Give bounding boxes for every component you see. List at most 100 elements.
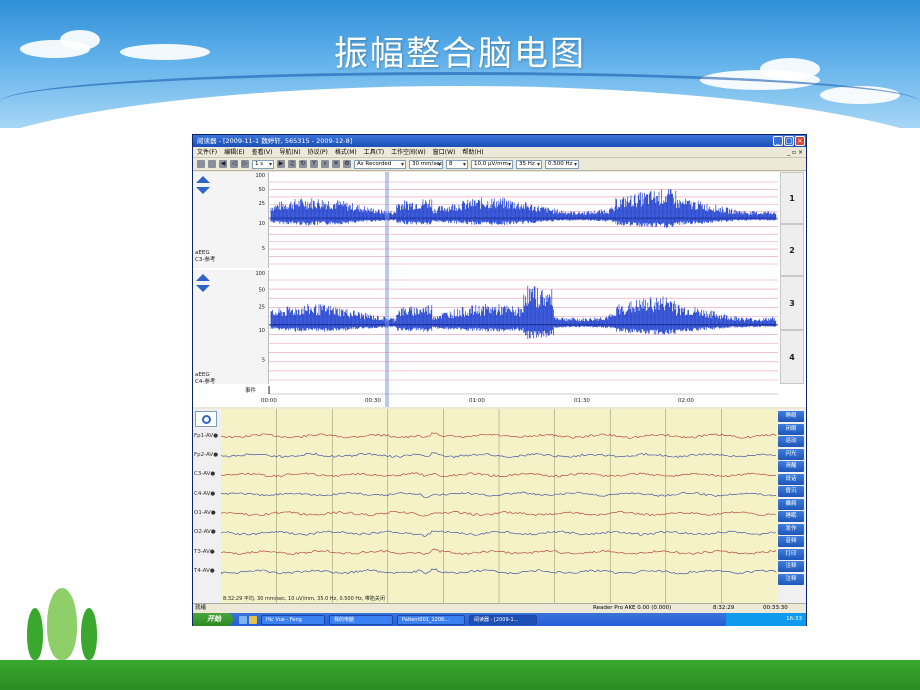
menu-protocol[interactable]: 协议(P) [308,147,328,157]
close-button[interactable]: × [795,136,805,146]
status-bar: 就绪 Reader Pro AKE 0.00 (0.000) 8:32:29 0… [193,603,806,612]
event-button[interactable]: 音频 [778,536,804,547]
event-button[interactable]: 昏沉 [778,486,804,497]
eeg-view-icon[interactable] [195,411,217,427]
eeg-traces [221,409,777,603]
status-ready: 就绪 [195,605,207,611]
print-icon[interactable] [208,160,216,168]
eeg-info-line: 8:32:29 平均, 30 mm/sec, 10 uV/mm, 35.0 Hz… [223,596,385,602]
aeeg-scale-tick: 25 [259,201,265,207]
aeeg-trace-area[interactable]: 100 50 25 10 5 100 50 25 10 5 [193,172,806,407]
aeeg-scale-tick: 100 [255,271,265,277]
save-icon[interactable] [197,160,205,168]
event-button[interactable]: 闪光 [778,448,804,460]
page-button-1[interactable]: 1 [780,172,804,224]
menu-edit[interactable]: 编辑(E) [224,147,244,157]
prev-page-icon[interactable]: ◁ [230,160,238,168]
eeg-trace [221,530,777,537]
page-button-3[interactable]: 3 [780,276,804,330]
status-time: 8:32:29 [713,605,735,611]
eeg-channel-label: C3-AV● [194,471,216,477]
menu-view[interactable]: 查看(V) [252,147,273,157]
aeeg-scale-tick: 10 [259,328,265,334]
time-tick: 02:00 [678,398,694,404]
window-title: 阅读器 - [2009-11-1 魏婷轩, 565315 - 2009-12-8… [197,137,353,145]
low-filter-select[interactable]: 0.500 Hz [545,159,579,169]
task-item[interactable]: Patient001_1208... [397,614,465,625]
maximize-button[interactable]: □ [784,136,794,146]
event-button[interactable]: 睁眼 [778,411,804,422]
aeeg-scale-tick: 25 [259,304,265,310]
event-button[interactable]: 运动 [778,436,804,447]
window-titlebar[interactable]: 阅读器 - [2009-11-1 魏婷轩, 565315 - 2009-12-8… [193,135,806,147]
montage-select[interactable]: As Recorded [354,159,406,169]
eeg-trace [221,568,777,575]
time-tick: 00:30 [365,398,381,404]
aeeg-trace [270,188,777,228]
next-page-icon[interactable]: ▷ [241,160,249,168]
settings-icon[interactable]: ⚙ [343,160,351,168]
filter-icon[interactable]: Y [310,160,318,168]
event-label: 事件 [245,388,257,394]
time-tick: 00:00 [261,398,277,404]
eeg-channel-label: T3-AV● [194,549,215,555]
page-button-2[interactable]: 2 [780,224,804,276]
task-item[interactable]: 我的电脑 [329,614,393,625]
menu-help[interactable]: 帮助(H) [462,147,483,157]
event-button[interactable]: 说话 [778,473,804,485]
zoom-icon[interactable]: ⌕ [321,160,329,168]
play-icon[interactable]: ▶ [277,160,285,168]
eeg-panel: Fp1-AV● Fp2-AV● C3-AV● C4-AV● O1-AV● O2-… [193,409,806,603]
eeg-channel-label: O1-AV● [194,510,216,516]
eeg-trace [221,511,777,517]
event-button[interactable]: 注释 [778,561,804,572]
sensitivity-select[interactable]: 10.0 μV/mm [471,159,513,169]
refresh-icon[interactable]: ↻ [299,160,307,168]
menu-window[interactable]: 窗口(W) [433,147,456,157]
high-filter-select[interactable]: 35 Hz [516,159,542,169]
eeg-plot-area[interactable] [221,409,777,603]
menu-workspace[interactable]: 工作空间(W) [391,147,426,157]
start-button[interactable]: 开始 [193,613,233,626]
eeg-channel-label: C4-AV● [194,491,216,497]
toolbar: ◀ ◁ ▷ 1 s ▶ ♫ ↻ Y ⌕ ✕ ⚙ As Recorded 30 m… [193,158,806,171]
event-button[interactable]: 注释 [778,573,804,585]
clock[interactable]: 16:33 [786,616,802,622]
task-item[interactable]: 阅读器 - [2009-1... [469,614,537,625]
footer-bar [0,660,920,690]
page-duration-select[interactable]: 1 s [252,159,274,169]
time-cursor[interactable] [385,172,389,407]
event-button[interactable]: 癫痫 [778,498,804,510]
status-reader: Reader Pro AKE 0.00 (0.000) [593,605,672,611]
speed-select[interactable]: 30 mm/sec [409,159,443,169]
quicklaunch-icon[interactable] [249,615,257,624]
event-button[interactable]: 发作 [778,523,804,535]
event-button[interactable]: 清醒 [778,461,804,472]
aeeg-scale-tick: 5 [262,358,265,364]
eeg-channel-label: Fp1-AV● [194,433,218,439]
menu-format[interactable]: 格式(M) [335,147,357,157]
eeg-trace [221,452,777,459]
eeg-channel-label: T4-AV● [194,568,215,574]
menu-file[interactable]: 文件(F) [197,147,217,157]
event-button[interactable]: 打印 [778,548,804,560]
event-button[interactable]: 闭眼 [778,423,804,435]
quicklaunch-icon[interactable] [239,615,247,624]
channels-select[interactable]: 8 [446,159,468,169]
event-button[interactable]: 睡眠 [778,511,804,522]
first-page-icon[interactable]: ◀ [219,160,227,168]
task-item[interactable]: Hic Vue - Feng [261,614,325,625]
tree-icon [27,608,43,660]
tool-icon[interactable]: ✕ [332,160,340,168]
menu-tools[interactable]: 工具(T) [364,147,384,157]
eeg-trace [221,472,777,478]
minimize-button[interactable]: _ [773,136,783,146]
aeeg-scale-tick: 100 [255,173,265,179]
music-icon[interactable]: ♫ [288,160,296,168]
mdi-controls[interactable]: _ ▫ × [787,147,803,158]
eeg-trace [221,491,777,498]
menu-navigate[interactable]: 导航(N) [279,147,300,157]
status-duration: 00:33:30 [763,605,788,611]
menu-bar: 文件(F) 编辑(E) 查看(V) 导航(N) 协议(P) 格式(M) 工具(T… [193,147,806,158]
page-button-4[interactable]: 4 [780,330,804,384]
